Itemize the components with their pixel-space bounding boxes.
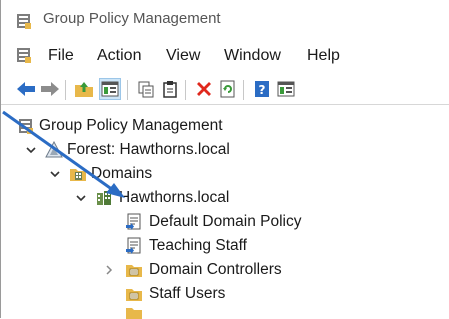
- toolbar-separator: [65, 80, 66, 100]
- tree-label-item: Staff Users: [149, 285, 226, 302]
- back-icon[interactable]: [15, 78, 37, 100]
- tree-label-item: Teaching Staff: [149, 237, 247, 254]
- menu-view[interactable]: View: [166, 45, 200, 67]
- gpm-app-icon: [15, 12, 33, 30]
- toolbar: ?: [1, 74, 449, 104]
- menu-file[interactable]: File: [48, 45, 74, 67]
- tree-node-gpo-link[interactable]: Default Domain Policy: [125, 211, 301, 233]
- ou-folder-icon: [125, 307, 143, 319]
- refresh-icon[interactable]: [217, 78, 239, 100]
- toolbar-divider: [1, 104, 449, 105]
- tree-node-domain[interactable]: Hawthorns.local: [75, 187, 229, 209]
- paste-icon[interactable]: [159, 78, 181, 100]
- tree-label-item: Default Domain Policy: [149, 213, 302, 230]
- tree-node-domains[interactable]: Domains: [49, 163, 152, 185]
- tree-label-domain: Hawthorns.local: [119, 189, 230, 206]
- tree-node-ou[interactable]: Staff Users: [125, 283, 225, 305]
- domain-icon: [95, 189, 113, 207]
- domains-folder-icon: [69, 165, 87, 183]
- window-title: Group Policy Management: [43, 10, 221, 27]
- tree-label-forest: Forest: Hawthorns.local: [67, 141, 230, 158]
- menu-action[interactable]: Action: [97, 45, 141, 67]
- tree-label-item: Domain Controllers: [149, 261, 282, 278]
- menu-window[interactable]: Window: [224, 45, 281, 67]
- forest-icon: [45, 140, 63, 159]
- chevron-down-icon[interactable]: [49, 168, 61, 180]
- gpm-window: Group Policy Management File Action View…: [0, 0, 449, 319]
- tree-label-domains: Domains: [91, 165, 153, 182]
- chevron-down-icon[interactable]: [75, 192, 87, 204]
- ou-folder-icon: [125, 261, 143, 279]
- tree-label-root: Group Policy Management: [39, 117, 223, 134]
- toolbar-separator: [127, 80, 128, 100]
- show-hide-tree-icon[interactable]: [99, 78, 121, 100]
- tree-node-gpo-link[interactable]: Teaching Staff: [125, 235, 247, 257]
- forward-icon[interactable]: [39, 78, 61, 100]
- tree-node-root[interactable]: Group Policy Management: [17, 115, 223, 137]
- gpo-link-icon: [125, 213, 143, 231]
- chevron-right-icon[interactable]: [103, 264, 115, 276]
- toolbar-separator: [243, 80, 244, 100]
- gpm-console-icon: [17, 117, 35, 135]
- menu-bar: File Action View Window Help: [1, 40, 449, 72]
- tree-node-forest[interactable]: Forest: Hawthorns.local: [25, 139, 230, 161]
- title-bar: Group Policy Management: [1, 0, 449, 40]
- up-folder-icon[interactable]: [73, 78, 95, 100]
- ou-folder-icon: [125, 285, 143, 303]
- delete-icon[interactable]: [193, 78, 215, 100]
- svg-text:?: ?: [259, 83, 266, 97]
- help-icon[interactable]: ?: [251, 78, 273, 100]
- copy-icon[interactable]: [135, 78, 157, 100]
- gpo-link-icon: [125, 237, 143, 255]
- toolbar-separator: [185, 80, 186, 100]
- system-menu-icon[interactable]: [15, 46, 33, 64]
- menu-help[interactable]: Help: [307, 45, 340, 67]
- tree-node-ou[interactable]: Domain Controllers: [103, 259, 282, 281]
- chevron-down-icon[interactable]: [25, 144, 37, 156]
- console-tree: Group Policy Management Forest: Hawthorn…: [1, 112, 449, 319]
- properties-icon[interactable]: [275, 78, 297, 100]
- tree-node-partial[interactable]: [125, 307, 143, 319]
